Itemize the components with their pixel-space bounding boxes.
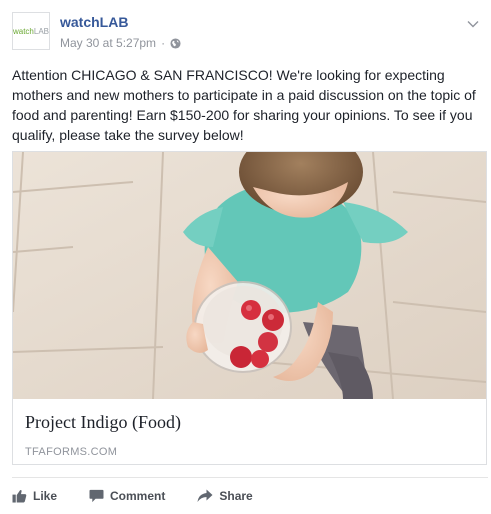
facebook-post: watchLAB watchLAB May 30 at 5:27pm · Att… [0, 0, 491, 514]
meta-separator: · [161, 36, 166, 50]
post-meta: May 30 at 5:27pm · [60, 36, 181, 50]
post-body-text: Attention CHICAGO & SAN FRANCISCO! We're… [12, 67, 476, 143]
post-timestamp[interactable]: May 30 at 5:27pm [60, 36, 156, 50]
post-action-bar: Like Comment Share [12, 486, 488, 506]
actions-divider [12, 477, 488, 478]
comment-button[interactable]: Comment [89, 489, 165, 503]
link-domain: TFAFORMS.COM [25, 446, 118, 458]
thumbs-up-icon [12, 489, 33, 503]
watchlab-logo: watchLAB [12, 26, 50, 36]
share-label: Share [219, 489, 253, 503]
comment-label: Comment [110, 489, 166, 503]
like-button[interactable]: Like [12, 489, 57, 503]
page-name-link[interactable]: watchLAB [60, 14, 128, 30]
link-preview-image[interactable] [13, 152, 486, 399]
share-icon [197, 489, 219, 503]
link-title[interactable]: Project Indigo (Food) [25, 412, 181, 433]
share-button[interactable]: Share [197, 489, 253, 503]
like-label: Like [33, 489, 58, 503]
comment-icon [89, 489, 110, 503]
globe-icon[interactable] [170, 37, 181, 49]
link-preview-card[interactable]: Project Indigo (Food) TFAFORMS.COM [12, 151, 487, 465]
page-avatar[interactable]: watchLAB [12, 12, 50, 50]
chevron-down-icon[interactable] [467, 15, 479, 33]
